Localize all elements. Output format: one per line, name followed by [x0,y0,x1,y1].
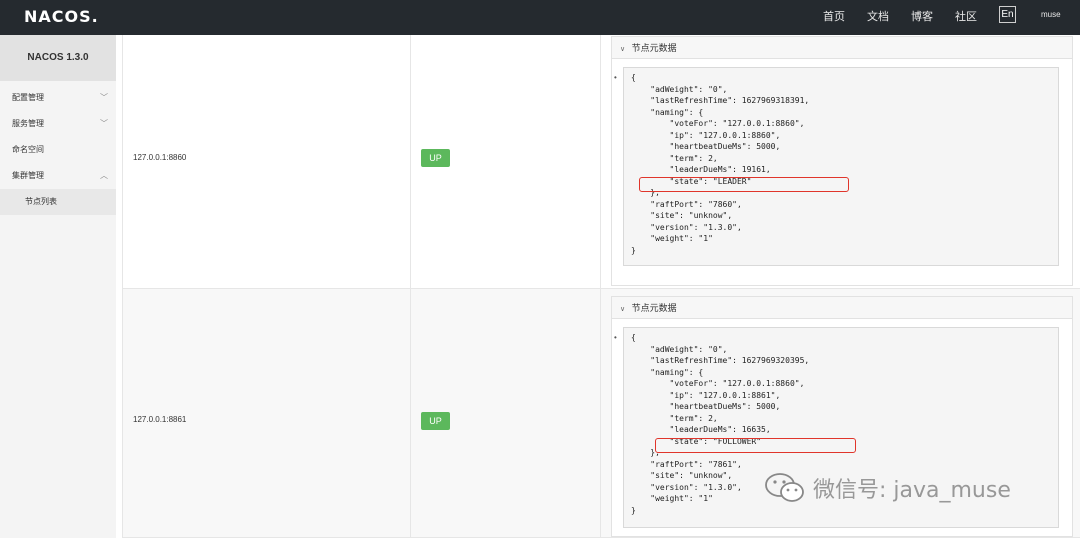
chevron-down-icon: ∨ [620,306,626,313]
json-line: "heartbeatDueMs": 5000, [631,142,781,151]
json-line: "version": "1.3.0", [631,222,742,232]
top-navbar: NACOS. 首页 文档 博客 社区 En muse [0,0,1080,35]
sidebar-item-config[interactable]: 配置管理 ﹀ [0,85,116,111]
json-line: "leaderDueMs": 19161, [631,165,771,174]
sidebar-item-namespace[interactable]: 命名空间 [0,137,116,163]
nacos-logo[interactable]: NACOS. [24,7,99,26]
chevron-down-icon: ﹀ [100,119,108,128]
json-line: "adWeight": "0", [631,344,728,354]
json-line: { [631,333,636,342]
wechat-watermark: 微信号: java_muse [763,472,1011,504]
sidebar-item-cluster[interactable]: 集群管理 ︿ [0,163,116,189]
list-bullet: • [614,333,617,342]
metadata-panel-header[interactable]: ∨ 节点元数据 [612,297,1072,319]
json-line: "naming": { [631,107,704,117]
node-state-badge[interactable]: UP [421,149,450,167]
highlight-box [655,438,856,453]
json-content: { "adWeight": "0", "lastRefreshTime": 16… [631,72,1051,256]
json-line: } [631,505,636,515]
nav-community[interactable]: 社区 [955,8,977,24]
chevron-down-icon: ﹀ [100,93,108,102]
node-state-badge[interactable]: UP [421,412,450,430]
sidebar-item-label: 配置管理 [12,93,44,102]
json-line: "lastRefreshTime": 1627969318391, [631,96,810,105]
json-line: "adWeight": "0", [631,84,728,94]
json-line: "raftPort": "7860", [631,199,742,209]
sidebar-item-service[interactable]: 服务管理 ﹀ [0,111,116,137]
node-table: 127.0.0.1:8860 UP ∨ 节点元数据 • { "adWeight"… [122,35,1080,538]
sidebar-subitem-node-list[interactable]: 节点列表 [0,189,116,215]
list-bullet: • [614,73,617,82]
metadata-panel-header[interactable]: ∨ 节点元数据 [612,37,1072,59]
json-line: "voteFor": "127.0.0.1:8860", [631,379,805,388]
json-line: { [631,73,636,82]
json-line: "raftPort": "7861", [631,459,742,469]
json-metadata-block: { "adWeight": "0", "lastRefreshTime": 16… [623,67,1059,266]
chevron-down-icon: ∨ [620,46,626,53]
user-name[interactable]: muse [1041,10,1061,19]
json-line: } [631,245,636,255]
json-line: "leaderDueMs": 16635, [631,425,771,434]
nav-docs[interactable]: 文档 [867,8,889,24]
json-line: "ip": "127.0.0.1:8861", [631,390,781,400]
sidebar-item-label: 服务管理 [12,119,44,128]
json-line: "voteFor": "127.0.0.1:8860", [631,119,805,128]
metadata-title: 节点元数据 [631,43,677,53]
json-line: "ip": "127.0.0.1:8860", [631,130,781,140]
json-line: "lastRefreshTime": 1627969320395, [631,356,810,365]
json-line: "naming": { [631,367,704,377]
watermark-text: 微信号: java_muse [813,478,1011,503]
node-address: 127.0.0.1:8861 [133,415,187,424]
json-line: "term": 2, [631,413,718,423]
json-line: "heartbeatDueMs": 5000, [631,402,781,411]
nav-home[interactable]: 首页 [823,8,845,24]
sidebar: NACOS 1.3.0 配置管理 ﹀ 服务管理 ﹀ 命名空间 集群管理 ︿ 节点… [0,35,116,538]
sidebar-title: NACOS 1.3.0 [0,35,116,81]
metadata-panel: ∨ 节点元数据 • { "adWeight": "0", "lastRefres… [611,36,1073,286]
highlight-box [639,177,849,192]
language-toggle-button[interactable]: En [999,6,1016,23]
json-line: "site": "unknow", [631,211,733,220]
sidebar-item-label: 命名空间 [12,145,44,154]
wechat-icon [765,473,804,502]
table-row: 127.0.0.1:8860 UP ∨ 节点元数据 • { "adWeight"… [123,35,1080,289]
nav-blog[interactable]: 博客 [911,8,933,24]
sidebar-item-label: 集群管理 [12,171,44,180]
json-line: "term": 2, [631,153,718,163]
json-line: "weight": "1" [631,234,713,243]
node-address: 127.0.0.1:8860 [133,153,187,162]
chevron-up-icon: ︿ [100,171,108,180]
metadata-title: 节点元数据 [631,303,677,313]
